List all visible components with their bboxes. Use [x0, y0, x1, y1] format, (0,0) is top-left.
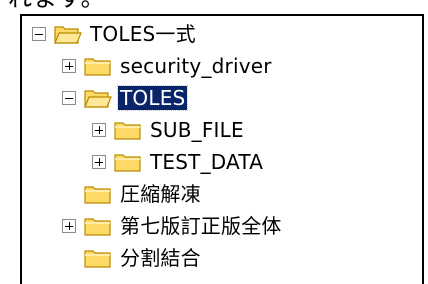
tree-item-label: TEST_DATA — [150, 150, 264, 174]
expand-toggle-icon[interactable] — [62, 59, 76, 73]
folder-icon — [84, 186, 111, 204]
tree-item-label-selected: TOLES — [116, 85, 189, 111]
tree-item-label: 圧縮解凍 — [120, 182, 201, 206]
folder-icon — [84, 250, 111, 268]
folder-tree-view[interactable]: TOLES一式 security_driver TOLES SUB_FILE T… — [20, 14, 424, 284]
tree-item-label: SUB_FILE — [150, 118, 244, 142]
tree-item-test-data[interactable]: TEST_DATA — [92, 146, 265, 178]
expand-toggle-icon[interactable] — [62, 219, 76, 233]
clipped-text-fragment: れます。 — [8, 0, 106, 12]
tree-item-label: 第七版訂正版全体 — [120, 214, 282, 238]
folder-open-icon — [54, 26, 82, 44]
folder-icon — [84, 218, 111, 236]
folder-icon — [84, 58, 111, 76]
folder-icon — [114, 122, 141, 140]
tree-item-label: TOLES一式 — [90, 22, 196, 46]
expand-toggle-icon[interactable] — [92, 155, 106, 169]
tree-item-seventh-edition[interactable]: 第七版訂正版全体 — [62, 210, 284, 242]
tree-item-split-join[interactable]: 分割結合 — [62, 242, 203, 274]
tree-item-security-driver[interactable]: security_driver — [62, 50, 274, 82]
tree-item-compress-decompress[interactable]: 圧縮解凍 — [62, 178, 203, 210]
tree-item-label: 分割結合 — [120, 246, 201, 270]
tree-item-sub-file[interactable]: SUB_FILE — [92, 114, 246, 146]
folder-icon — [114, 154, 141, 172]
expand-toggle-icon[interactable] — [92, 123, 106, 137]
folder-open-icon — [84, 90, 112, 108]
collapse-toggle-icon[interactable] — [62, 91, 76, 105]
tree-item-toles-all[interactable]: TOLES一式 — [32, 18, 198, 50]
collapse-toggle-icon[interactable] — [32, 27, 46, 41]
tree-item-label: security_driver — [120, 54, 272, 78]
tree-item-toles[interactable]: TOLES — [62, 82, 189, 114]
